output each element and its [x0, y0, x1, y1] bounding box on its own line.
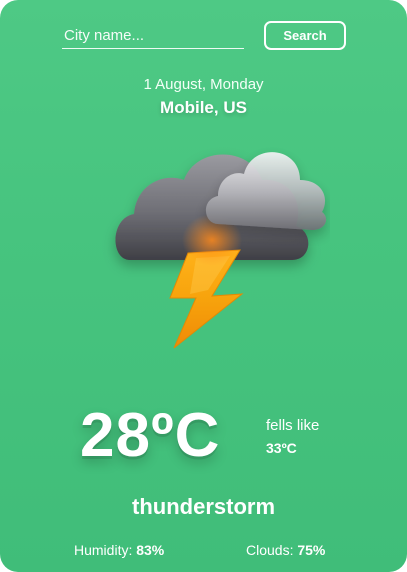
location-label: Mobile, US: [160, 98, 247, 117]
feels-like-label: fells like: [266, 417, 320, 434]
thunderstorm-icon: [100, 138, 330, 353]
search-bar: Search: [62, 20, 346, 52]
clouds-stat: Clouds: 75%: [246, 542, 325, 558]
clouds-value: 75%: [297, 542, 326, 558]
weather-card: Search 1 August, Monday Mobile, US: [0, 0, 407, 572]
humidity-stat: Humidity: 83%: [74, 542, 164, 558]
weather-condition: thunderstorm: [132, 494, 275, 519]
humidity-value: 83%: [136, 542, 165, 558]
clouds-label: Clouds:: [246, 542, 298, 558]
search-button[interactable]: Search: [264, 21, 346, 50]
humidity-label: Humidity:: [74, 542, 137, 558]
date-label: 1 August, Monday: [143, 76, 264, 93]
temperature-value: 28ºC: [80, 401, 221, 470]
feels-like-value: 33ºC: [266, 440, 297, 456]
city-search-input[interactable]: [62, 22, 244, 49]
